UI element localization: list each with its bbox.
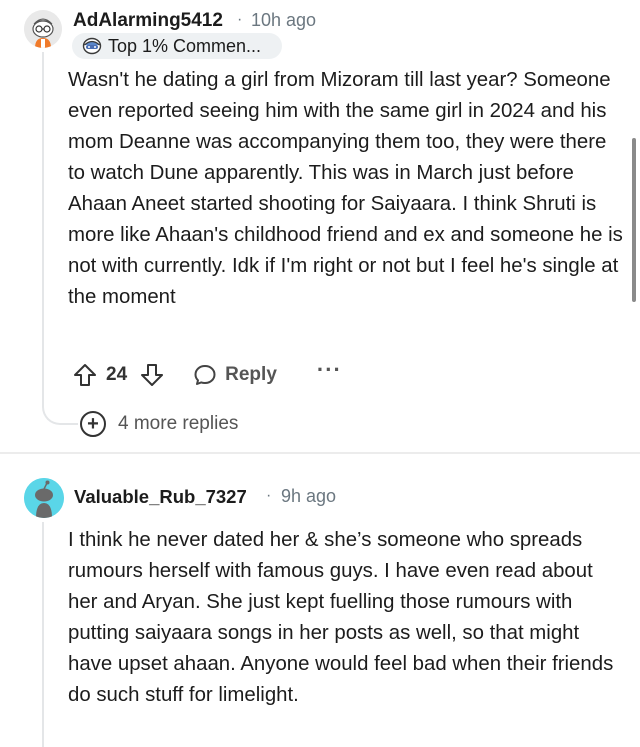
reply-label: Reply <box>225 364 277 385</box>
username[interactable]: Valuable_Rub_7327 <box>74 486 247 508</box>
user-avatar[interactable] <box>24 478 64 518</box>
comment-actions: 24 Reply ··· <box>72 359 342 390</box>
thread-line[interactable] <box>42 52 44 397</box>
thread-branch <box>42 395 78 425</box>
comment-divider <box>0 452 640 454</box>
speech-bubble-icon <box>194 365 216 385</box>
more-options-button[interactable]: ··· <box>317 359 342 385</box>
meta-separator: · <box>237 11 243 28</box>
thread-line[interactable] <box>42 522 44 747</box>
downvote-arrow-icon[interactable] <box>139 362 165 388</box>
scrollbar-thumb[interactable] <box>632 138 636 302</box>
more-replies-label: 4 more replies <box>118 413 239 434</box>
comment-body: Wasn't he dating a girl from Mizoram til… <box>68 69 623 308</box>
upvote-arrow-icon[interactable] <box>72 362 98 388</box>
flair-text: Top 1% Commen... <box>108 35 262 56</box>
vote-score: 24 <box>106 364 128 385</box>
more-replies-button[interactable]: + 4 more replies <box>80 410 238 438</box>
meta-separator: · <box>266 487 272 504</box>
timestamp: 10h ago <box>251 10 317 30</box>
snoo-avatar-icon <box>24 10 62 48</box>
plus-circle-icon: + <box>80 411 106 437</box>
snoo-avatar-icon <box>24 478 64 518</box>
timestamp: 9h ago <box>281 486 337 506</box>
comment-body: I think he never dated her & she’s someo… <box>68 529 614 706</box>
comment-thread: AdAlarming5412 · 10h ago Top 1% Commen..… <box>0 0 640 747</box>
user-avatar[interactable] <box>24 10 62 48</box>
user-flair-badge[interactable]: Top 1% Commen... <box>72 33 282 59</box>
reply-button[interactable]: Reply <box>193 363 277 387</box>
username[interactable]: AdAlarming5412 <box>73 10 223 32</box>
top-commenter-icon <box>82 37 102 55</box>
